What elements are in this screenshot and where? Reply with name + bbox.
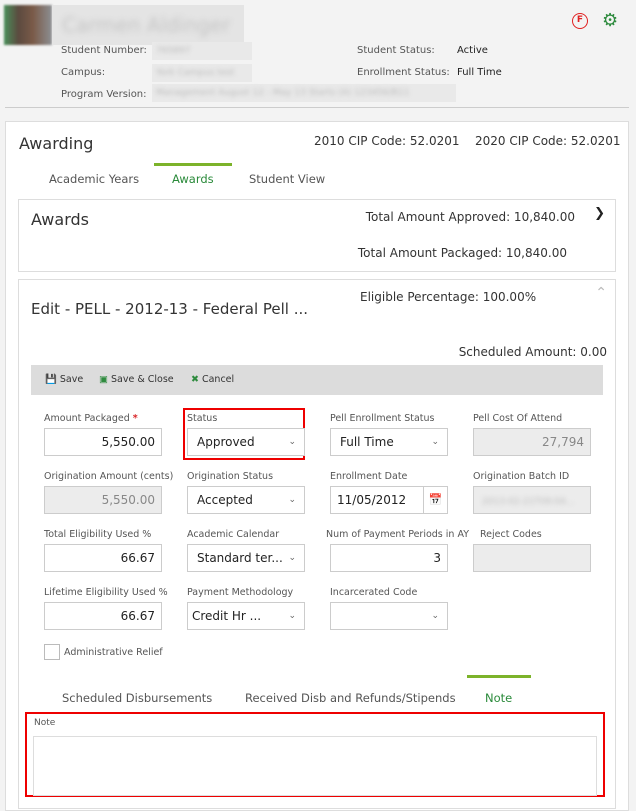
note-textarea[interactable]: [33, 736, 597, 796]
chevron-down-icon: ⌄: [431, 437, 439, 447]
awarding-title: Awarding: [19, 134, 94, 153]
origination-amount-input: 5,550.00: [44, 486, 162, 514]
gear-icon[interactable]: ⚙: [602, 12, 620, 30]
payment-methodology-select[interactable]: Credit Hr ... ⌄: [187, 602, 305, 630]
edit-award-form: Edit - PELL - 2012-13 - Federal Pell ...…: [18, 279, 616, 809]
num-payment-periods-label: Num of Payment Periods in AY: [326, 529, 470, 540]
origination-amount-label: Origination Amount (cents): [44, 471, 174, 482]
calendar-icon[interactable]: 📅: [423, 487, 447, 513]
administrative-relief-label: Administrative Relief: [64, 647, 163, 658]
chevron-down-icon: ⌄: [288, 437, 296, 447]
student-header: Carmen Aldinger Student Number: 765897 C…: [0, 0, 636, 108]
awards-title: Awards: [31, 210, 89, 229]
awarding-panel: Awarding 2010 CIP Code: 52.0201 2020 CIP…: [5, 121, 629, 811]
note-section: Note: [25, 712, 605, 797]
tab-note[interactable]: Note: [485, 691, 512, 705]
form-toolbar: 💾 Save ▣ Save & Close ✖ Cancel: [31, 365, 603, 395]
edit-award-title: Edit - PELL - 2012-13 - Federal Pell ...: [31, 300, 309, 318]
required-asterisk: *: [132, 413, 138, 424]
status-select[interactable]: Approved ⌄: [187, 428, 305, 456]
x-icon: ✖: [191, 374, 199, 385]
student-number-label: Student Number:: [61, 45, 147, 56]
chevron-down-icon: ⌄: [288, 495, 296, 505]
reject-codes-label: Reject Codes: [480, 529, 542, 540]
student-number-value: 765897: [152, 42, 252, 60]
total-amount-approved: Total Amount Approved: 10,840.00: [365, 210, 575, 224]
scheduled-amount: Scheduled Amount: 0.00: [458, 345, 607, 359]
incarcerated-code-label: Incarcerated Code: [330, 587, 418, 598]
tab-academic-years[interactable]: Academic Years: [49, 172, 139, 186]
total-eligibility-used-input[interactable]: 66.67: [44, 544, 162, 572]
floppy-disk-icon: 💾: [45, 374, 57, 385]
awards-summary: Awards Total Amount Approved: 10,840.00 …: [18, 199, 616, 272]
awarding-tabs: Academic Years Awards Student View: [6, 160, 626, 196]
student-avatar: [4, 5, 52, 45]
amount-packaged-input[interactable]: 5,550.00: [44, 428, 162, 456]
pell-enrollment-status-label: Pell Enrollment Status: [330, 413, 435, 424]
program-version-value: Management August 12 - May 13 Starts (A)…: [152, 84, 456, 102]
chevron-up-icon[interactable]: ⌃: [595, 285, 607, 301]
student-status-value: Active: [457, 45, 488, 56]
payment-methodology-label: Payment Methodology: [187, 587, 294, 598]
pell-enrollment-status-select[interactable]: Full Time ⌄: [330, 428, 448, 456]
tab-received-disb-refunds[interactable]: Received Disb and Refunds/Stipends: [245, 691, 456, 705]
academic-calendar-label: Academic Calendar: [187, 529, 280, 540]
chevron-down-icon: ⌄: [431, 611, 439, 621]
note-label: Note: [34, 718, 56, 728]
incarcerated-code-select[interactable]: ⌄: [330, 602, 448, 630]
tab-awards[interactable]: Awards: [172, 172, 214, 186]
eligible-percentage: Eligible Percentage: 100.00%: [360, 290, 537, 304]
tab-student-view[interactable]: Student View: [249, 172, 325, 186]
total-amount-packaged: Total Amount Packaged: 10,840.00: [357, 246, 567, 260]
chevron-down-icon: ⌄: [288, 553, 296, 563]
enrollment-date-label: Enrollment Date: [330, 471, 408, 482]
pell-cost-of-attend-label: Pell Cost Of Attend: [473, 413, 563, 424]
lifetime-eligibility-used-input[interactable]: 66.67: [44, 602, 162, 630]
student-status-label: Student Status:: [357, 45, 435, 56]
enrollment-date-input[interactable]: 11/05/2012 📅: [330, 486, 448, 514]
enrollment-status-label: Enrollment Status:: [357, 67, 450, 78]
save-button[interactable]: 💾 Save: [45, 374, 83, 385]
chevron-down-icon: ⌄: [288, 611, 296, 621]
active-subtab-indicator: [467, 675, 531, 678]
administrative-relief-checkbox[interactable]: [44, 644, 60, 660]
academic-calendar-select[interactable]: Standard ter... ⌄: [187, 544, 305, 572]
tab-scheduled-disbursements[interactable]: Scheduled Disbursements: [62, 691, 212, 705]
f-badge-icon[interactable]: F: [572, 13, 588, 29]
save-close-icon: ▣: [99, 374, 108, 385]
student-name: Carmen Aldinger: [52, 5, 244, 45]
pell-cost-of-attend-input: 27,794: [473, 428, 591, 456]
cip-code-2010: 2010 CIP Code: 52.0201: [314, 134, 460, 148]
origination-batch-id-input: 2013-02-21T09:04...: [473, 486, 591, 514]
cancel-button[interactable]: ✖ Cancel: [191, 374, 234, 385]
num-payment-periods-input[interactable]: 3: [330, 544, 448, 572]
chevron-down-icon[interactable]: ❯: [594, 206, 605, 221]
reject-codes-input: [473, 544, 591, 572]
cip-code-2020: 2020 CIP Code: 52.0201: [475, 134, 621, 148]
program-version-label: Program Version:: [61, 89, 147, 100]
enrollment-status-value: Full Time: [457, 67, 502, 78]
amount-packaged-label: Amount Packaged *: [44, 413, 138, 424]
active-tab-indicator: [154, 163, 232, 166]
campus-value: York Campus test: [152, 64, 252, 82]
lifetime-eligibility-used-label: Lifetime Eligibility Used %: [44, 587, 168, 598]
origination-status-label: Origination Status: [187, 471, 274, 482]
campus-label: Campus:: [61, 67, 106, 78]
total-eligibility-used-label: Total Eligibility Used %: [44, 529, 152, 540]
header-divider: [5, 107, 629, 108]
status-label: Status: [187, 413, 218, 424]
origination-status-select[interactable]: Accepted ⌄: [187, 486, 305, 514]
origination-batch-id-label: Origination Batch ID: [473, 471, 570, 482]
save-close-button[interactable]: ▣ Save & Close: [99, 374, 174, 385]
